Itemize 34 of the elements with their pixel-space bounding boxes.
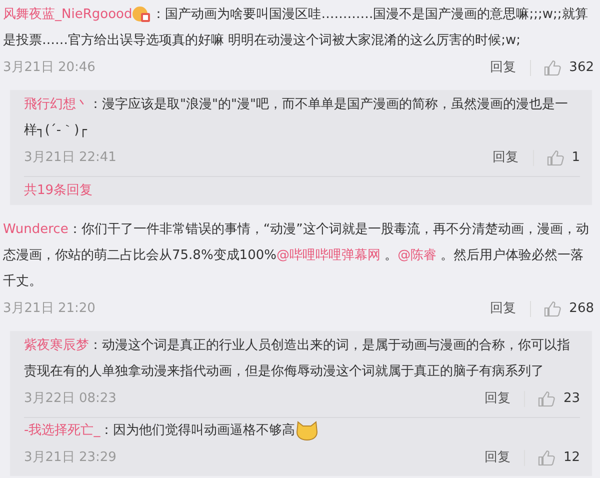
comment-text: 风舞夜蓝_NieRgoood ：国产动画为啥要叫国漫区哇…………国漫不是国产漫画的意思嘛;;;w;;就算是投票……官方给出误导选项真的好嘛 明明在动漫这个词被大家混淆的这么厉害的时候;w;	[3, 4, 589, 50]
thumbs-up-icon[interactable]	[546, 149, 564, 167]
reply-button[interactable]: 回复	[484, 391, 526, 407]
timestamp: 3月21日 23:29	[24, 449, 116, 468]
username-link[interactable]: -我选择死亡_	[24, 423, 100, 438]
username-link[interactable]: Wunderce	[3, 222, 68, 237]
username-link[interactable]: 紫夜寒辰梦	[24, 338, 89, 353]
reply-button[interactable]: 回复	[490, 60, 532, 76]
username-link[interactable]: 飛行幻想丶	[24, 97, 89, 112]
mention-link[interactable]: @哔哩哔哩弹幕网	[276, 248, 380, 263]
username-link[interactable]: 风舞夜蓝_NieRgoood	[3, 7, 132, 22]
badge-icon	[132, 5, 152, 24]
timestamp: 3月21日 21:20	[3, 300, 96, 318]
comment-text: 紫夜寒辰梦：动漫这个词是真正的行业人员创造出来的词，是属于动画与漫画的合称，你可以指责现在有的人单独拿动漫来指代动画，但是你侮辱动漫这个词就属于真正的脑子有病系列了	[24, 337, 571, 381]
like-count: 12	[563, 449, 580, 468]
comment-text: Wunderce：你们干了一件非常错误的事情，“动漫”这个词就是一股毒流，再不分清楚动画，漫画，动态漫画，你站的萌二占比会从75.8%变成100%@哔哩哔哩弹幕网 。@陈睿 。然后用户体验必然一落千丈。	[3, 221, 590, 291]
more-replies-link[interactable]: 共19条回复	[24, 177, 93, 205]
thumbs-up-icon[interactable]	[543, 59, 562, 77]
reply-button[interactable]: 回复	[484, 450, 526, 466]
timestamp: 3月21日 20:46	[3, 59, 96, 78]
timestamp: 3月22日 08:23	[24, 390, 116, 408]
reply-button[interactable]: 回复	[490, 301, 532, 317]
like-count: 268	[569, 300, 594, 318]
mention-link[interactable]: @陈睿	[398, 248, 437, 263]
thumbs-up-icon[interactable]	[537, 390, 556, 408]
comment-text: -我选择死亡_：因为他们觉得叫动画逼格不够高	[24, 418, 580, 444]
thumbs-up-icon[interactable]	[543, 300, 562, 318]
like-count: 362	[569, 59, 594, 78]
timestamp: 3月21日 22:41	[24, 149, 116, 168]
like-count: 1	[572, 149, 580, 168]
like-count: 23	[563, 390, 580, 408]
comment-text: 飛行幻想丶：漫字应该是取"浪漫"的"漫"吧，而不单单是国产漫画的简称，虽然漫画的漫也是一样┐(´-｀)┌	[24, 96, 569, 140]
thumbs-up-icon[interactable]	[537, 449, 556, 467]
reply-button[interactable]: 回复	[492, 150, 534, 166]
